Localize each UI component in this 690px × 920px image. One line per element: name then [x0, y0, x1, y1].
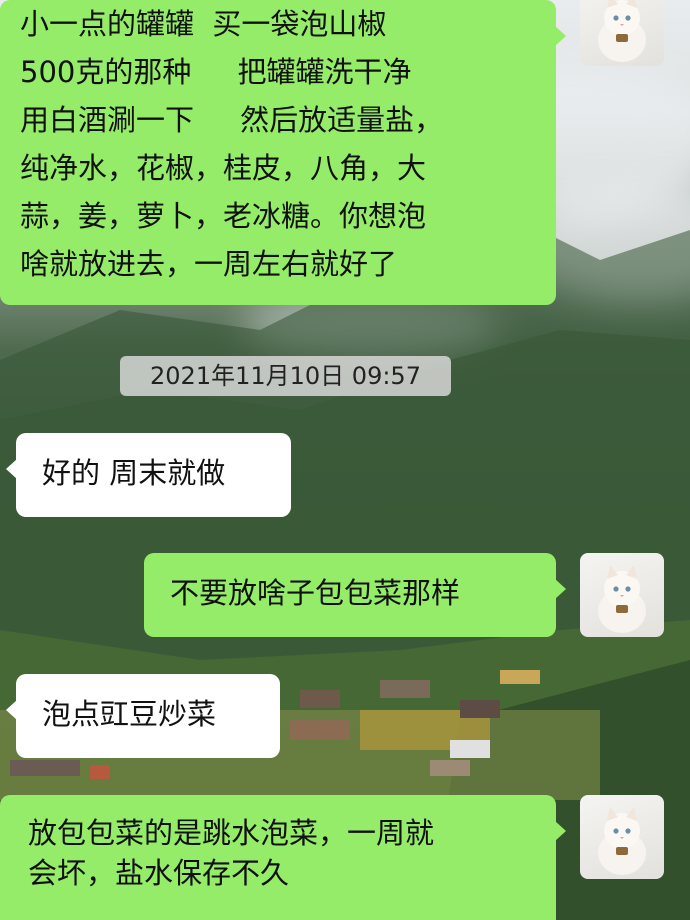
outgoing-message-bubble[interactable]: 小一点的罐罐 买一袋泡山椒 500克的那种 把罐罐洗干净 用白酒涮一下 然后放适… — [0, 0, 566, 305]
message-line: 纯净水，花椒，桂皮，八角，大 — [20, 151, 427, 185]
white-cat-avatar-icon[interactable] — [580, 795, 664, 879]
message-line: 小一点的罐罐 买一袋泡山椒 — [20, 7, 387, 41]
message-line: 啥就放进去，一周左右就好了 — [20, 247, 398, 281]
message-text: 好的 周末就做 — [42, 456, 226, 490]
message-line: 蒜，姜，萝卜，老冰糖。你想泡 — [20, 199, 427, 233]
message-line: 放包包菜的是跳水泡菜，一周就 — [28, 816, 435, 850]
white-cat-avatar-icon[interactable] — [580, 0, 664, 66]
message-line: 500克的那种 把罐罐洗干净 — [20, 55, 412, 89]
incoming-message-bubble[interactable]: 好的 周末就做 — [6, 433, 291, 517]
incoming-message-bubble[interactable]: 泡点豇豆炒菜 — [6, 674, 280, 758]
message-timestamp: 2021年11月10日 09:57 — [120, 356, 451, 396]
outgoing-message-bubble[interactable]: 不要放啥子包包菜那样 — [144, 553, 566, 637]
white-cat-avatar-icon[interactable] — [580, 553, 664, 637]
message-line: 会坏，盐水保存不久 — [28, 856, 290, 890]
outgoing-message-bubble[interactable]: 放包包菜的是跳水泡菜，一周就 会坏，盐水保存不久 — [0, 795, 566, 920]
message-text: 不要放啥子包包菜那样 — [170, 576, 461, 610]
message-line: 用白酒涮一下 然后放适量盐， — [20, 103, 444, 137]
message-text: 泡点豇豆炒菜 — [42, 697, 217, 731]
